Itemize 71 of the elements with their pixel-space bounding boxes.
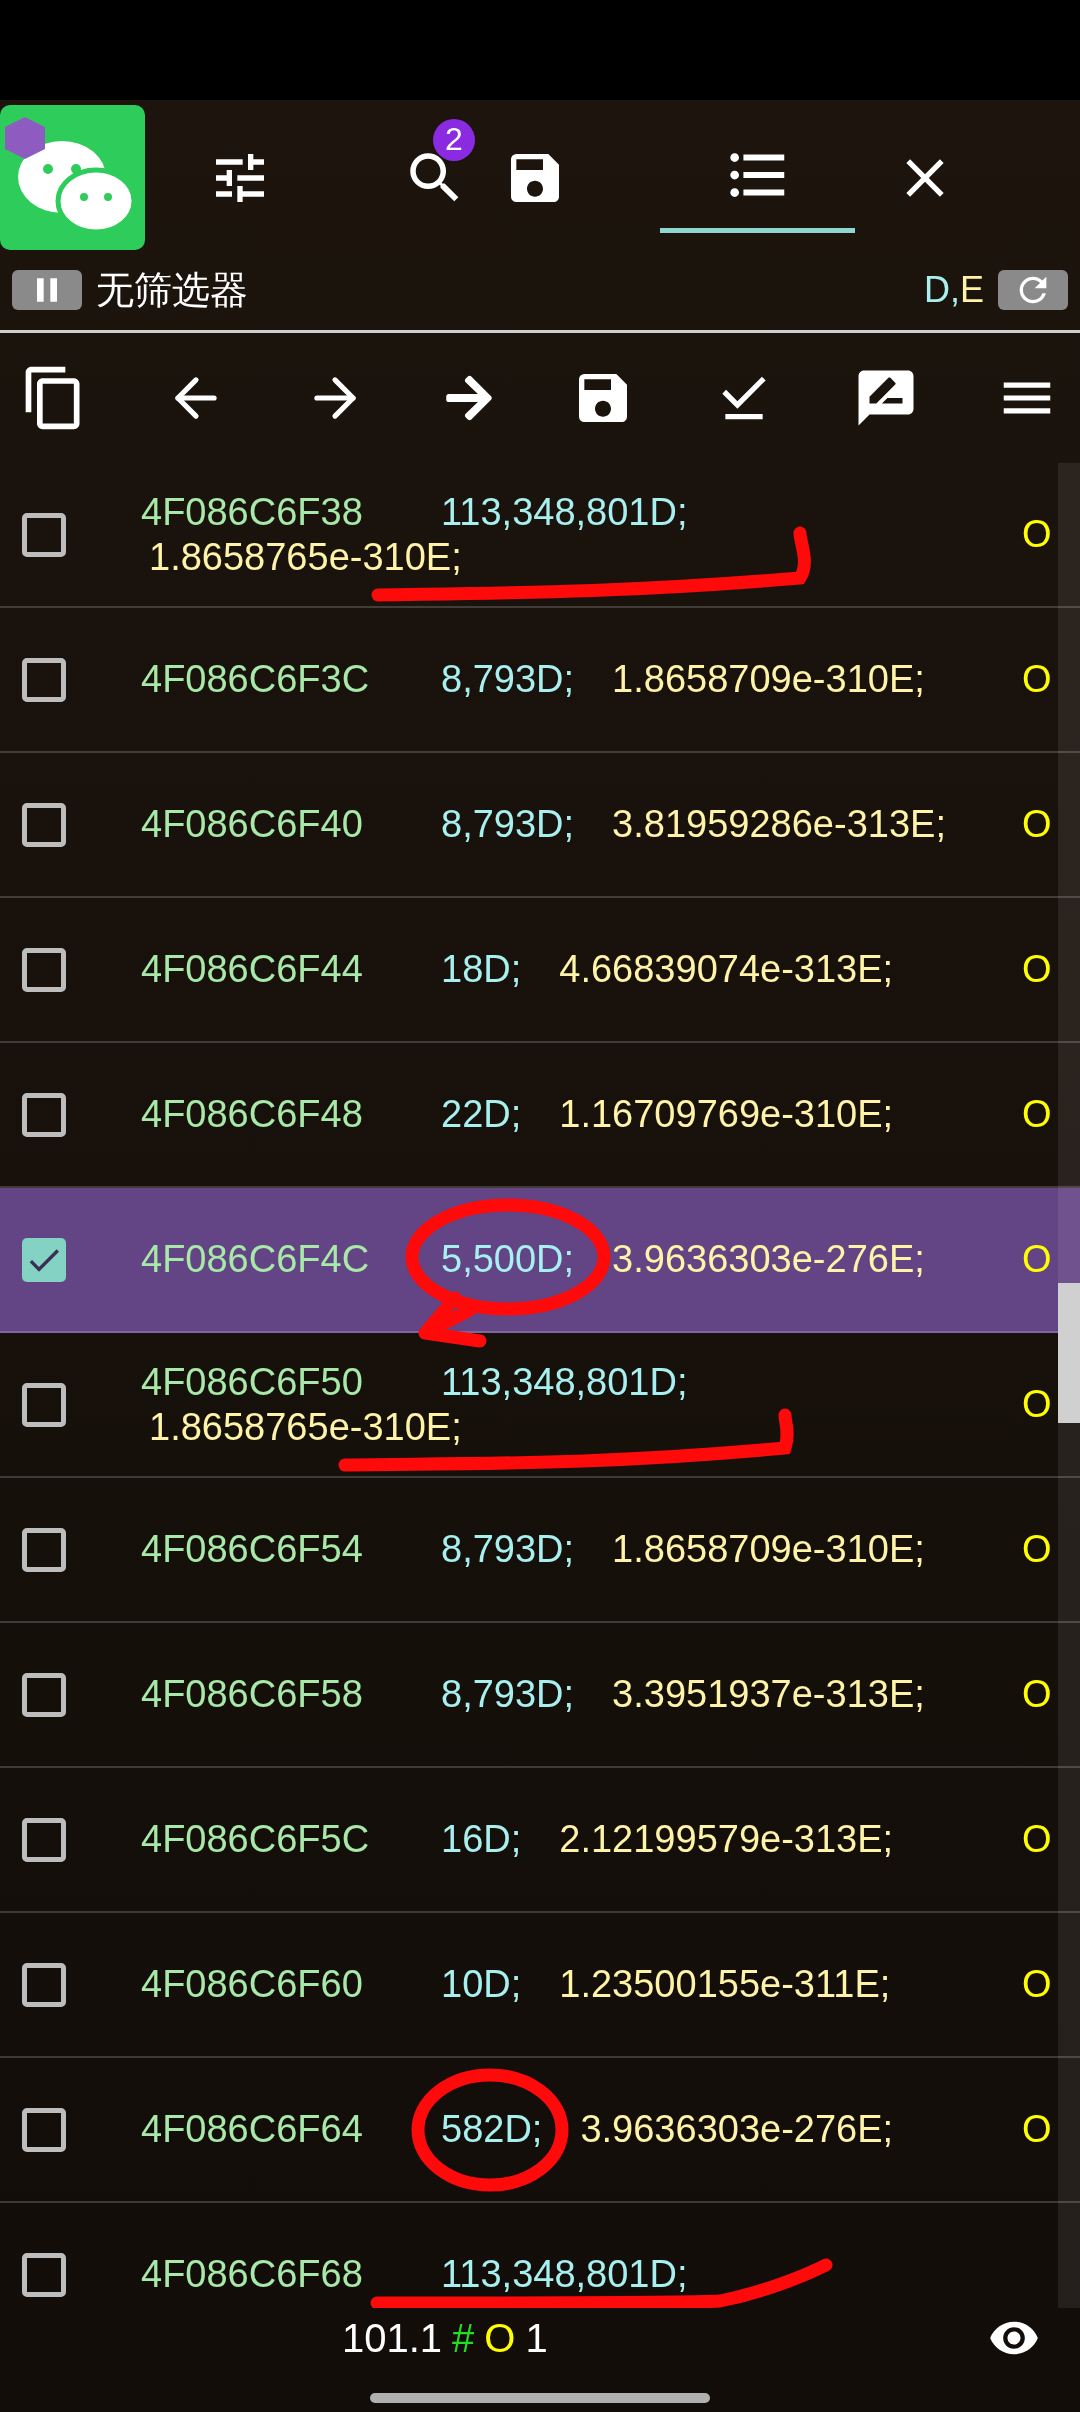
- dword-value: 10D;: [441, 1963, 522, 2006]
- address-text: 4F086C6F50: [141, 1360, 364, 1404]
- dword-value: 22D;: [441, 1093, 522, 1136]
- float-value: 3.3951937e-313E;: [612, 1673, 925, 1716]
- dword-value: 113,348,801D;: [441, 490, 688, 534]
- value-types-label: D,E: [923, 269, 984, 311]
- region-label: O: [1022, 1383, 1052, 1426]
- region-label: O: [1022, 1673, 1052, 1716]
- filter-label: 无筛选器: [96, 267, 249, 313]
- address-text: 4F086C6F68: [141, 2253, 364, 2296]
- float-value: 1.16709769e-310E;: [559, 1093, 894, 1136]
- float-value: 1.8658709e-310E;: [612, 658, 925, 701]
- float-value: 2.12199579e-313E;: [559, 1818, 894, 1861]
- dword-value: 113,348,801D;: [441, 2253, 688, 2296]
- dword-value: 8,793D;: [441, 1673, 575, 1716]
- region-label: O: [1022, 948, 1052, 991]
- checkbox[interactable]: [22, 802, 66, 847]
- region-label: O: [1022, 1238, 1052, 1281]
- float-value: 1.8658765e-310E;: [149, 1405, 462, 1449]
- dword-value: 582D;: [441, 2108, 543, 2151]
- checkbox[interactable]: [22, 1817, 66, 1862]
- checkbox[interactable]: [22, 512, 66, 557]
- dword-value: 5,500D;: [441, 1238, 575, 1281]
- float-value: 4.66839074e-313E;: [559, 948, 894, 991]
- dword-value: 16D;: [441, 1818, 522, 1861]
- checkbox[interactable]: [22, 947, 66, 992]
- dword-value: 8,793D;: [441, 803, 575, 846]
- checkbox[interactable]: [22, 1092, 66, 1137]
- region-label: O: [1022, 658, 1052, 701]
- refresh-button[interactable]: [998, 270, 1068, 310]
- checkbox[interactable]: [22, 2107, 66, 2152]
- scrollbar-thumb[interactable]: [1058, 1283, 1080, 1423]
- checkbox[interactable]: [22, 2252, 66, 2297]
- address-text: 4F086C6F44: [141, 948, 364, 991]
- count-badge: 2: [433, 118, 475, 161]
- region-label: O: [1022, 803, 1052, 846]
- status-text: 101.1 # O 1: [342, 2315, 549, 2361]
- dword-value: 8,793D;: [441, 1528, 575, 1571]
- checkbox[interactable]: [22, 1382, 66, 1427]
- checkbox[interactable]: [22, 1962, 66, 2007]
- float-value: 3.9636303e-276E;: [612, 1238, 925, 1281]
- app-logo-icon[interactable]: [0, 105, 145, 250]
- address-text: 4F086C6F64: [141, 2108, 364, 2151]
- address-text: 4F086C6F60: [141, 1963, 364, 2006]
- region-label: O: [1022, 1818, 1052, 1861]
- address-text: 4F086C6F48: [141, 1093, 364, 1136]
- address-text: 4F086C6F54: [141, 1528, 364, 1571]
- pause-button[interactable]: [12, 270, 82, 310]
- float-value: 3.9636303e-276E;: [580, 2108, 894, 2151]
- region-label: O: [1022, 513, 1052, 556]
- checkbox[interactable]: [22, 1237, 66, 1282]
- dword-value: 18D;: [441, 948, 522, 991]
- address-text: 4F086C6F58: [141, 1673, 364, 1716]
- checkbox[interactable]: [22, 1672, 66, 1717]
- region-label: O: [1022, 2108, 1052, 2151]
- dword-value: 113,348,801D;: [441, 1360, 688, 1404]
- region-label: O: [1022, 1963, 1052, 2006]
- float-value: 1.23500155e-311E;: [559, 1963, 891, 2006]
- checkbox[interactable]: [22, 657, 66, 702]
- address-text: 4F086C6F4C: [141, 1238, 371, 1281]
- float-value: 3.81959286e-313E;: [612, 803, 946, 846]
- address-text: 4F086C6F3C: [141, 658, 371, 701]
- address-text: 4F086C6F5C: [141, 1818, 371, 1861]
- float-value: 1.8658709e-310E;: [612, 1528, 925, 1571]
- region-label: O: [1022, 1093, 1052, 1136]
- address-text: 4F086C6F40: [141, 803, 364, 846]
- checkbox[interactable]: [22, 1527, 66, 1572]
- address-text: 4F086C6F38: [141, 490, 364, 534]
- dword-value: 8,793D;: [441, 658, 575, 701]
- float-value: 1.8658765e-310E;: [149, 535, 462, 579]
- region-label: O: [1022, 1528, 1052, 1571]
